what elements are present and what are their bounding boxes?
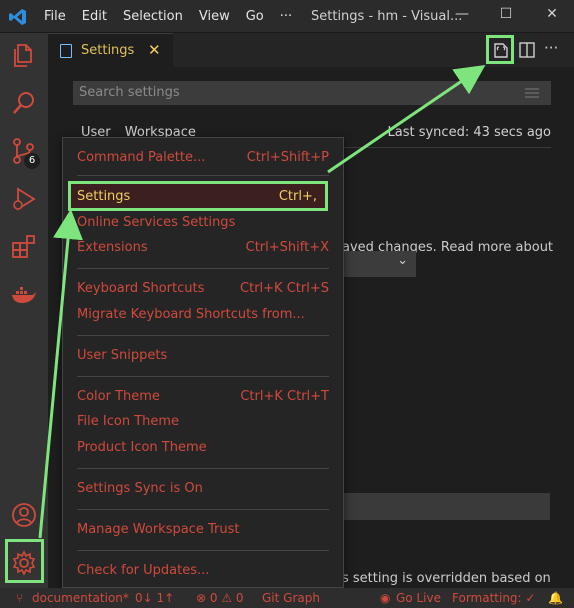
scm-badge: 6 xyxy=(24,153,40,169)
menu-item-label: Command Palette... xyxy=(77,150,206,165)
menu-separator xyxy=(77,335,329,336)
go-live-button[interactable]: Go Live xyxy=(396,591,441,605)
menu-item-shortcut: Ctrl+Shift+P xyxy=(246,150,329,165)
menu-item-label: Extensions xyxy=(77,240,148,255)
menu-edit[interactable]: Edit xyxy=(82,9,107,24)
menu-separator xyxy=(77,376,329,377)
branch-status[interactable]: documentation* xyxy=(32,591,129,605)
search-settings-input[interactable]: Search settings xyxy=(73,81,551,105)
vscode-logo-icon xyxy=(9,9,26,25)
activity-bar: 6 xyxy=(0,33,48,588)
tab-close-icon[interactable]: ✕ xyxy=(148,41,161,59)
maximize-button[interactable]: ☐ xyxy=(496,6,516,26)
menu-item-label: Settings Sync is On xyxy=(77,481,203,496)
branch-icon: ⑂ xyxy=(16,591,24,605)
git-graph-button[interactable]: Git Graph xyxy=(262,591,320,605)
menu-separator xyxy=(77,268,329,269)
problems-status[interactable]: ⊗ 0 ⚠ 0 xyxy=(196,591,244,605)
menu-go[interactable]: Go xyxy=(246,9,264,24)
window-title: Settings - hm - Visual... xyxy=(311,9,463,24)
formatting-status[interactable]: Formatting: ✓ xyxy=(452,591,535,605)
menu-item-keyboard-shortcuts[interactable]: Keyboard Shortcuts Ctrl+K Ctrl+S xyxy=(77,281,329,301)
menu-view[interactable]: View xyxy=(199,9,230,24)
menu-item-label: User Snippets xyxy=(77,348,168,363)
menu-separator xyxy=(77,175,329,176)
search-icon[interactable] xyxy=(10,89,38,117)
close-window-button[interactable]: ✕ xyxy=(542,6,562,26)
menu-item-shortcut: Ctrl+K Ctrl+T xyxy=(240,389,329,404)
menu-item-manage-workspace-trust[interactable]: Manage Workspace Trust xyxy=(77,522,329,542)
menu-item-label: Manage Workspace Trust xyxy=(77,522,240,537)
chevron-down-icon: ⌄ xyxy=(397,253,408,268)
filter-icon[interactable] xyxy=(525,87,539,99)
menu-item-label: File Icon Theme xyxy=(77,414,180,429)
split-editor-icon[interactable] xyxy=(518,41,536,59)
run-debug-icon[interactable] xyxy=(10,185,38,213)
notifications-bell-icon[interactable]: 🔔 xyxy=(548,591,563,605)
menu-more[interactable]: ··· xyxy=(280,9,292,24)
annotation-highlight-box xyxy=(486,35,514,64)
sync-status[interactable]: 0↓ 1↑ xyxy=(135,591,174,605)
menu-item-check-for-updates[interactable]: Check for Updates... xyxy=(77,563,329,583)
broadcast-icon: ◉ xyxy=(380,591,391,605)
menu-item-label: Migrate Keyboard Shortcuts from... xyxy=(77,307,305,322)
status-bar: ⑂ documentation* 0↓ 1↑ ⊗ 0 ⚠ 0 Git Graph… xyxy=(0,588,574,608)
menu-item-label: Product Icon Theme xyxy=(77,440,207,455)
background-setting-row xyxy=(344,493,550,520)
menu-item-label: Color Theme xyxy=(77,389,160,404)
last-synced-text: Last synced: 43 secs ago xyxy=(387,125,552,140)
menu-item-product-icon-theme[interactable]: Product Icon Theme xyxy=(77,440,329,460)
explorer-icon[interactable] xyxy=(10,41,38,69)
tab-label: Settings xyxy=(81,43,135,58)
more-actions-icon[interactable]: ··· xyxy=(544,39,558,57)
menu-file[interactable]: File xyxy=(44,9,66,24)
tab-settings[interactable]: Settings ✕ xyxy=(48,33,173,67)
minimize-button[interactable]: — xyxy=(452,6,472,26)
menu-item-file-icon-theme[interactable]: File Icon Theme xyxy=(77,414,329,434)
title-bar: File Edit Selection View Go ··· Settings… xyxy=(0,0,574,33)
menu-item-settings-sync[interactable]: Settings Sync is On xyxy=(77,481,329,501)
menu-item-shortcut: Ctrl+, xyxy=(278,189,317,204)
menu-selection[interactable]: Selection xyxy=(123,9,183,24)
menu-separator xyxy=(77,509,329,510)
menu-item-settings[interactable]: Settings Ctrl+, xyxy=(68,181,328,211)
menu-item-user-snippets[interactable]: User Snippets xyxy=(77,348,329,368)
menu-item-label: Settings xyxy=(77,189,131,204)
menu-item-online-services-settings[interactable]: Online Services Settings xyxy=(77,215,329,235)
background-setting-text: s setting is overridden based on xyxy=(342,571,551,586)
menu-bar: File Edit Selection View Go ··· xyxy=(44,9,308,24)
menu-separator xyxy=(77,550,329,551)
menu-item-extensions[interactable]: Extensions Ctrl+Shift+X xyxy=(77,240,329,260)
annotation-highlight-box xyxy=(5,539,44,583)
menu-separator xyxy=(77,468,329,469)
menu-item-shortcut: Ctrl+Shift+X xyxy=(245,240,329,255)
search-placeholder: Search settings xyxy=(79,85,180,100)
file-icon xyxy=(60,44,72,58)
docker-icon[interactable] xyxy=(10,281,38,309)
menu-item-shortcut: Ctrl+K Ctrl+S xyxy=(240,281,329,296)
extensions-icon[interactable] xyxy=(10,233,38,261)
menu-item-label: Online Services Settings xyxy=(77,215,236,230)
menu-item-label: Check for Updates... xyxy=(77,563,210,578)
menu-item-migrate-keyboard-shortcuts[interactable]: Migrate Keyboard Shortcuts from... xyxy=(77,307,329,327)
account-icon[interactable] xyxy=(10,501,38,529)
menu-item-label: Keyboard Shortcuts xyxy=(77,281,205,296)
menu-item-color-theme[interactable]: Color Theme Ctrl+K Ctrl+T xyxy=(77,389,329,409)
menu-item-command-palette[interactable]: Command Palette... Ctrl+Shift+P xyxy=(77,150,329,170)
